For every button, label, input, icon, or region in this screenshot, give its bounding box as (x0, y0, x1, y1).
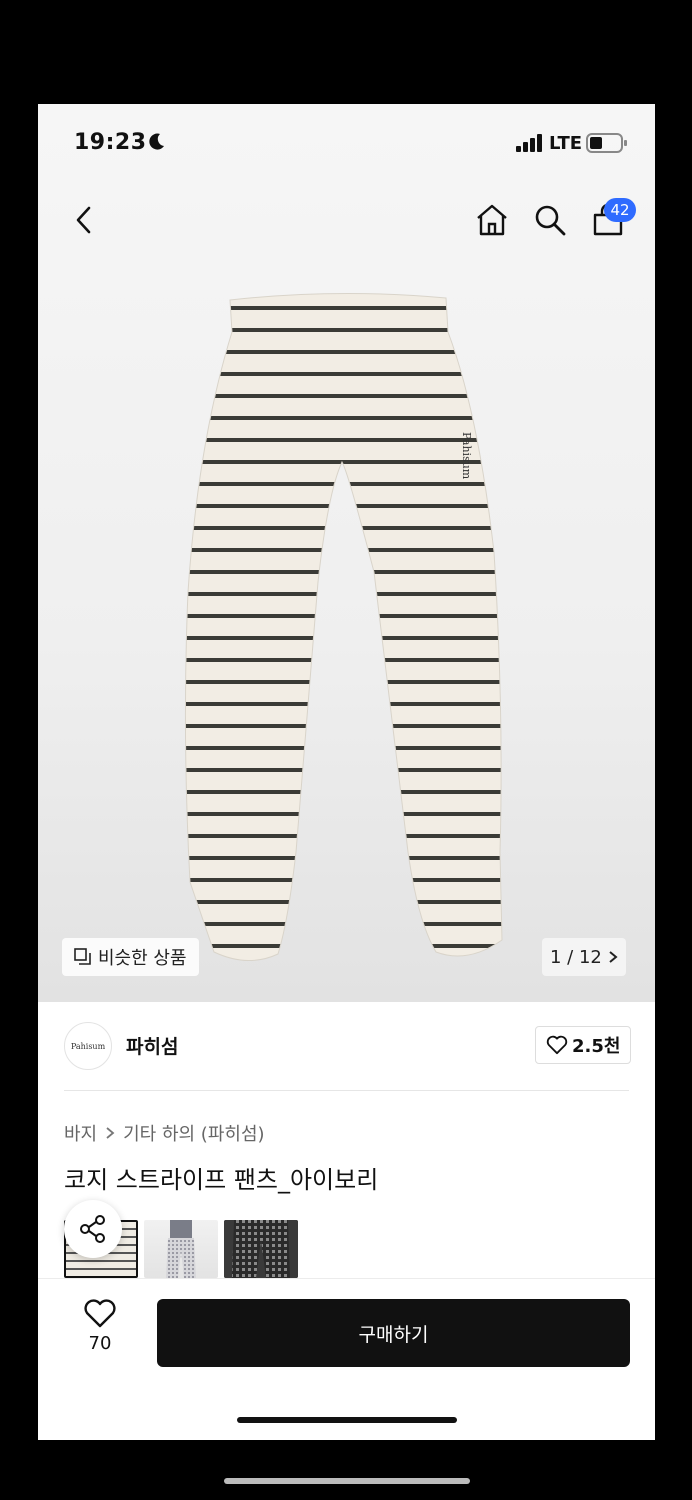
breadcrumb: 바지 기타 하의 (파히섬) (64, 1120, 265, 1146)
search-icon (535, 205, 566, 236)
status-bar: 19:23 LTE (38, 104, 655, 184)
breadcrumb-subcategory[interactable]: 기타 하의 (파히섬) (123, 1120, 264, 1146)
share-icon (80, 1215, 105, 1243)
status-time: 19:23 (74, 130, 147, 155)
brand-like-count: 2.5천 (572, 1036, 621, 1057)
system-gesture-bar (224, 1478, 470, 1484)
image-counter-text: 1 / 12 (550, 946, 602, 968)
network-label: LTE (549, 133, 583, 154)
color-thumbnail[interactable] (224, 1220, 298, 1278)
thumbnail-image (224, 1220, 298, 1278)
similar-products-button[interactable]: 비슷한 상품 (62, 938, 199, 976)
search-button[interactable] (530, 200, 570, 240)
similar-products-label: 비슷한 상품 (98, 948, 187, 969)
breadcrumb-category[interactable]: 바지 (64, 1120, 97, 1146)
moon-icon (149, 133, 164, 150)
signal-icon (516, 134, 542, 152)
heart-icon (84, 1299, 116, 1328)
cart-count-badge: 42 (604, 198, 636, 222)
image-counter[interactable]: 1 / 12 (542, 938, 626, 976)
home-button[interactable] (472, 200, 512, 240)
buy-button[interactable]: 구매하기 (157, 1299, 630, 1367)
wishlist-count: 70 (88, 1333, 112, 1354)
divider (64, 1090, 629, 1091)
bottom-action-bar: 70 구매하기 (38, 1278, 655, 1440)
brand-name[interactable]: 파히섬 (126, 1032, 178, 1059)
home-indicator (237, 1417, 457, 1423)
product-title: 코지 스트라이프 팬츠_아이보리 (64, 1166, 379, 1194)
chevron-right-icon (106, 1127, 115, 1139)
chevron-right-icon (609, 951, 618, 963)
brand-like-button[interactable]: 2.5천 (535, 1026, 632, 1064)
battery-icon (586, 133, 627, 153)
share-button[interactable] (64, 1200, 122, 1258)
heart-icon (546, 1035, 568, 1055)
back-icon (76, 206, 91, 234)
back-button[interactable] (64, 200, 104, 240)
home-icon (477, 204, 507, 236)
thumbnail-image (166, 1220, 196, 1278)
brand-row[interactable]: Pahisum 파히섬 2.5천 (38, 1002, 655, 1092)
brand-logo[interactable]: Pahisum (64, 1022, 112, 1070)
wishlist-button[interactable]: 70 (74, 1299, 126, 1363)
pants-logo-text: Pahisum (460, 432, 473, 480)
app-screen: Pahisum 비슷한 상품 1 / 12 19:23 LTE 42 Pahis… (38, 104, 655, 1440)
product-image: Pahisum (184, 292, 503, 962)
color-thumbnail[interactable] (144, 1220, 218, 1278)
similar-icon (74, 948, 91, 965)
